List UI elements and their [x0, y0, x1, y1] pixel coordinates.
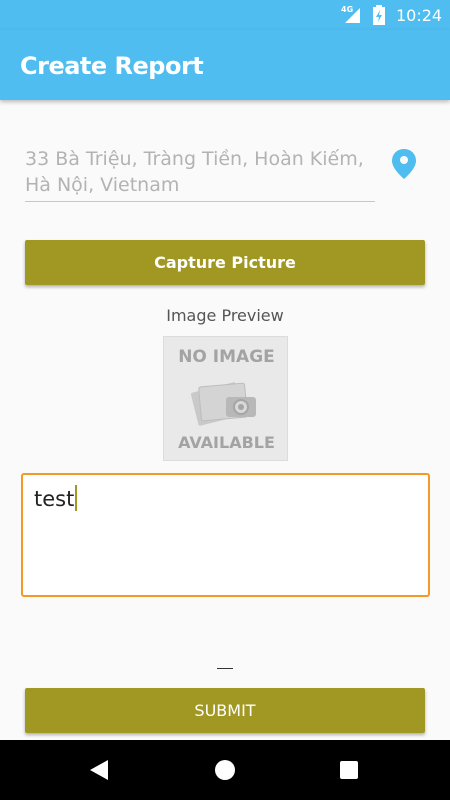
available-text: AVAILABLE [178, 433, 275, 452]
text-cursor [75, 485, 78, 511]
battery-charging-icon [373, 5, 385, 25]
app-bar: Create Report [0, 30, 450, 100]
back-icon[interactable] [88, 759, 110, 781]
signal-icon [345, 8, 360, 23]
image-preview: NO IMAGE AVAILABLE [163, 336, 288, 461]
capture-picture-button[interactable]: Capture Picture [25, 240, 425, 285]
photo-placeholder-icon [190, 382, 256, 426]
divider-dash [217, 668, 233, 669]
description-input[interactable]: test [21, 473, 430, 597]
no-image-text: NO IMAGE [178, 347, 275, 367]
description-text: test [34, 485, 78, 511]
status-bar: 4G 10:24 [0, 0, 450, 30]
page-title: Create Report [20, 52, 204, 80]
navigation-bar [0, 740, 450, 800]
image-preview-label: Image Preview [166, 306, 284, 325]
clock: 10:24 [396, 6, 443, 25]
description-value: test [34, 487, 75, 511]
submit-button[interactable]: SUBMIT [25, 688, 425, 733]
recents-icon[interactable] [340, 761, 358, 779]
address-field[interactable]: 33 Bà Triệu, Tràng Tiền, Hoàn Kiếm, Hà N… [25, 146, 375, 202]
home-icon[interactable] [215, 760, 235, 780]
location-pin-icon[interactable] [391, 148, 417, 180]
